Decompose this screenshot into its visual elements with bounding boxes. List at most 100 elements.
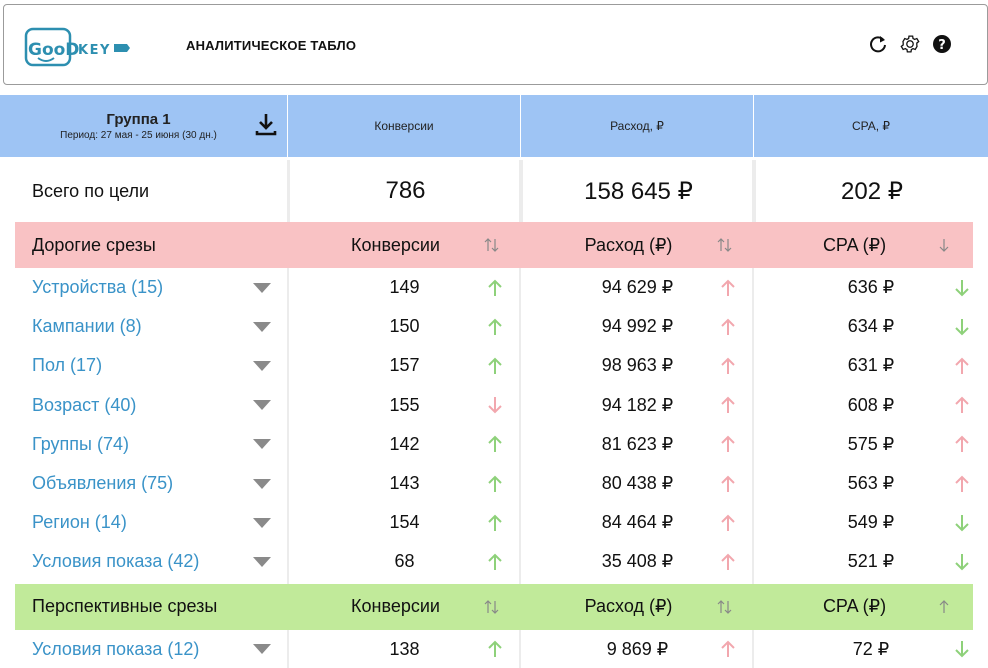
table-row: Кампании (8) 150 94 992 ₽634 ₽ xyxy=(0,307,988,346)
sort-down-icon[interactable] xyxy=(935,236,953,254)
table-row: Устройства (15) 149 94 629 ₽636 ₽ xyxy=(0,268,988,307)
trend-arrow-icon xyxy=(487,279,503,297)
trend-arrow-icon xyxy=(720,553,736,571)
cpa-value: 72 ₽ xyxy=(852,638,890,659)
header-expense: Расход, ₽ xyxy=(521,95,754,157)
row-label-cell: Кампании (8) xyxy=(0,316,288,337)
sort-updown-icon[interactable] xyxy=(716,236,734,254)
chevron-down-icon[interactable] xyxy=(252,399,272,411)
chevron-down-icon[interactable] xyxy=(252,556,272,568)
slice-link[interactable]: Условия показа (42) xyxy=(32,551,199,572)
total-conversions: 786 xyxy=(385,177,426,204)
sort-up-icon[interactable] xyxy=(935,598,953,616)
trend-arrow-icon xyxy=(954,279,970,297)
total-expense: 158 645 ₽ xyxy=(584,177,693,205)
chevron-down-icon[interactable] xyxy=(252,360,272,372)
row-label-cell: Возраст (40) xyxy=(0,395,288,416)
header-conversions: Конверсии xyxy=(288,95,521,157)
help-icon[interactable]: ? xyxy=(931,33,953,55)
trend-arrow-icon xyxy=(487,396,503,414)
refresh-icon[interactable] xyxy=(867,33,889,55)
trend-arrow-icon xyxy=(954,553,970,571)
row-label-cell: Объявления (75) xyxy=(0,473,288,494)
header-cpa: CPA, ₽ xyxy=(851,119,891,133)
section-expensive: Дорогие срезы Конверсии Расход (₽) CPA (… xyxy=(15,222,973,268)
trend-arrow-icon xyxy=(720,435,736,453)
total-cpa: 202 ₽ xyxy=(841,177,903,205)
slice-link[interactable]: Кампании (8) xyxy=(32,316,142,337)
trend-arrow-icon xyxy=(720,475,736,493)
table-row: Группы (74) 142 81 623 ₽575 ₽ xyxy=(0,425,988,464)
table-row: Возраст (40) 155 94 182 ₽608 ₽ xyxy=(0,386,988,425)
trend-arrow-icon xyxy=(720,279,736,297)
row-label-cell: Регион (14) xyxy=(0,512,288,533)
section-title: Дорогие срезы xyxy=(32,234,156,255)
trend-arrow-icon xyxy=(720,640,736,658)
cpa-value: 521 ₽ xyxy=(847,551,895,572)
chevron-down-icon[interactable] xyxy=(252,643,272,655)
chevron-down-icon[interactable] xyxy=(252,517,272,529)
top-icons: ? xyxy=(867,33,953,55)
gear-icon[interactable] xyxy=(899,33,921,55)
section-title: Перспективные срезы xyxy=(32,596,218,616)
cpa-value: 575 ₽ xyxy=(847,433,895,454)
row-label-cell: Группы (74) xyxy=(0,434,288,455)
trend-arrow-icon xyxy=(487,357,503,375)
trend-arrow-icon xyxy=(720,357,736,375)
cpa-value: 563 ₽ xyxy=(847,473,895,494)
slice-link[interactable]: Регион (14) xyxy=(32,512,127,533)
cpa-value: 549 ₽ xyxy=(847,512,895,533)
table-row: Объявления (75) 143 80 438 ₽563 ₽ xyxy=(0,464,988,503)
trend-arrow-icon xyxy=(487,475,503,493)
row-label-cell: Условия показа (12) xyxy=(0,639,288,660)
cpa-value: 631 ₽ xyxy=(847,355,895,376)
chevron-down-icon[interactable] xyxy=(252,478,272,490)
slice-link[interactable]: Пол (17) xyxy=(32,355,102,376)
trend-arrow-icon xyxy=(954,396,970,414)
cpa-value: 636 ₽ xyxy=(847,277,895,298)
chevron-down-icon[interactable] xyxy=(252,282,272,294)
slice-link[interactable]: Возраст (40) xyxy=(32,395,136,416)
trend-arrow-icon xyxy=(954,640,970,658)
svg-text:GooD: GooD xyxy=(28,40,79,60)
table-row: Пол (17) 157 98 963 ₽631 ₽ xyxy=(0,346,988,385)
trend-arrow-icon xyxy=(954,318,970,336)
trend-arrow-icon xyxy=(954,435,970,453)
table-row: Условия показа (42) 68 35 408 ₽521 ₽ xyxy=(0,542,988,581)
svg-text:KEY: KEY xyxy=(78,43,111,58)
slice-link[interactable]: Группы (74) xyxy=(32,434,129,455)
chevron-down-icon[interactable] xyxy=(252,321,272,333)
goodkey-logo: GooD KEY xyxy=(24,27,130,67)
section-prospective: Перспективные срезы Конверсии Расход (₽)… xyxy=(15,583,973,630)
group-period: Период: 27 мая - 25 июня (30 дн.) xyxy=(60,130,217,141)
chevron-down-icon[interactable] xyxy=(252,438,272,450)
trend-arrow-icon xyxy=(487,318,503,336)
analytics-table: Всего по цели 786 158 645 ₽ 202 ₽ Дороги… xyxy=(0,160,988,668)
svg-text:?: ? xyxy=(938,38,946,53)
trend-arrow-icon xyxy=(720,396,736,414)
trend-arrow-icon xyxy=(954,514,970,532)
sort-updown-icon[interactable] xyxy=(483,598,501,616)
group-name: Группа 1 xyxy=(106,111,171,128)
trend-arrow-icon xyxy=(720,318,736,336)
prospective-rows: Условия показа (12) 138 9 869 ₽72 ₽ xyxy=(0,630,988,668)
download-icon[interactable] xyxy=(255,112,277,136)
slice-link[interactable]: Устройства (15) xyxy=(32,277,163,298)
trend-arrow-icon xyxy=(954,357,970,375)
table-row: Регион (14) 154 84 464 ₽549 ₽ xyxy=(0,503,988,542)
group-header: Группа 1 Период: 27 мая - 25 июня (30 дн… xyxy=(0,95,288,157)
row-label-cell: Устройства (15) xyxy=(0,277,288,298)
table-row: Условия показа (12) 138 9 869 ₽72 ₽ xyxy=(0,630,988,668)
trend-arrow-icon xyxy=(487,553,503,571)
trend-arrow-icon xyxy=(487,640,503,658)
cpa-value: 608 ₽ xyxy=(847,394,895,415)
sort-updown-icon[interactable] xyxy=(483,236,501,254)
trend-arrow-icon xyxy=(487,514,503,532)
trend-arrow-icon xyxy=(720,514,736,532)
top-bar: GooD KEY АНАЛИТИЧЕСКОЕ ТАБЛО ? xyxy=(3,4,988,85)
trend-arrow-icon xyxy=(954,475,970,493)
slice-link[interactable]: Объявления (75) xyxy=(32,473,173,494)
slice-link[interactable]: Условия показа (12) xyxy=(32,639,199,660)
sort-updown-icon[interactable] xyxy=(716,598,734,616)
table-header: Группа 1 Период: 27 мая - 25 июня (30 дн… xyxy=(0,95,988,157)
